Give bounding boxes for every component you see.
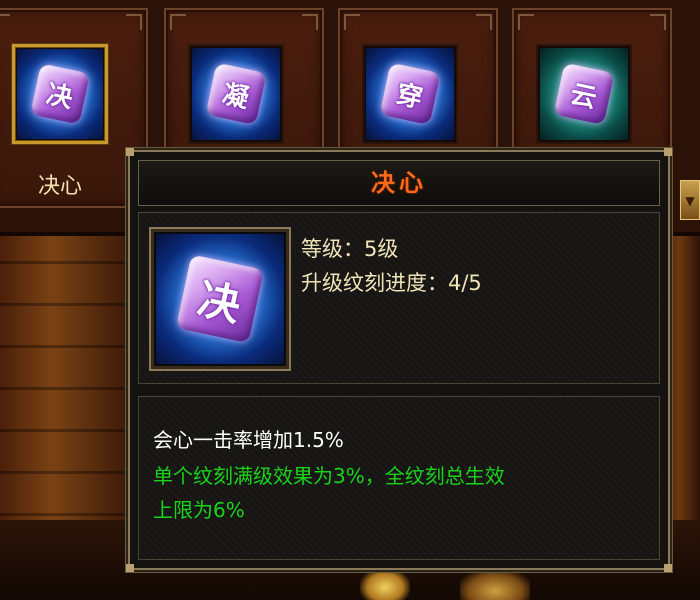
scroll-down-button[interactable]: ▼ — [680, 180, 700, 220]
engraving-tooltip: 决心 决 等级：5级 升级纹刻进度：4/5 会心一击率增加1.5% 单个纹刻满级… — [126, 148, 672, 572]
engraving-gem-icon: 决 — [156, 234, 284, 364]
tooltip-icon-frame: 决 — [151, 229, 289, 369]
effect-text: 会心一击率增加1.5% — [153, 428, 344, 452]
tooltip-corner — [664, 148, 672, 156]
slot-icon-frame: 决 — [12, 44, 108, 144]
gold-statue-icon — [460, 570, 530, 600]
effect-note-line-2: 上限为6% — [153, 498, 245, 522]
engraving-gem-icon: 云 — [540, 48, 628, 140]
slot-label: 决心 — [37, 174, 82, 199]
level-text: 等级：5级 — [301, 237, 399, 261]
gem-glyph: 云 — [567, 79, 600, 114]
engraving-gem-icon: 穿 — [366, 48, 454, 140]
engraving-gem-icon: 决 — [17, 49, 103, 139]
gem-glyph: 穿 — [393, 79, 426, 114]
effect-note-line-1: 单个纹刻满级效果为3%，全纹刻总生效 — [153, 464, 505, 488]
gold-ornament-icon — [360, 568, 410, 600]
tooltip-corner — [126, 564, 134, 572]
tooltip-effect-panel: 会心一击率增加1.5% 单个纹刻满级效果为3%，全纹刻总生效 上限为6% — [138, 396, 660, 560]
gem-glyph: 凝 — [219, 79, 252, 114]
engraving-slot-1[interactable]: 决 决心 — [0, 8, 148, 208]
tooltip-corner — [664, 564, 672, 572]
tooltip-title: 决心 — [138, 160, 660, 206]
tooltip-corner — [126, 148, 134, 156]
slot-icon-frame: 云 — [536, 44, 632, 144]
gem-glyph: 决 — [193, 273, 246, 331]
slot-icon-frame: 穿 — [362, 44, 458, 144]
engraving-gem-icon: 凝 — [192, 48, 280, 140]
slot-icon-frame: 凝 — [188, 44, 284, 144]
arrow-down-icon: ▼ — [685, 194, 695, 208]
tooltip-info-panel: 决 等级：5级 升级纹刻进度：4/5 — [138, 212, 660, 384]
gem-glyph: 决 — [43, 79, 76, 114]
upgrade-progress-text: 升级纹刻进度：4/5 — [301, 271, 482, 295]
